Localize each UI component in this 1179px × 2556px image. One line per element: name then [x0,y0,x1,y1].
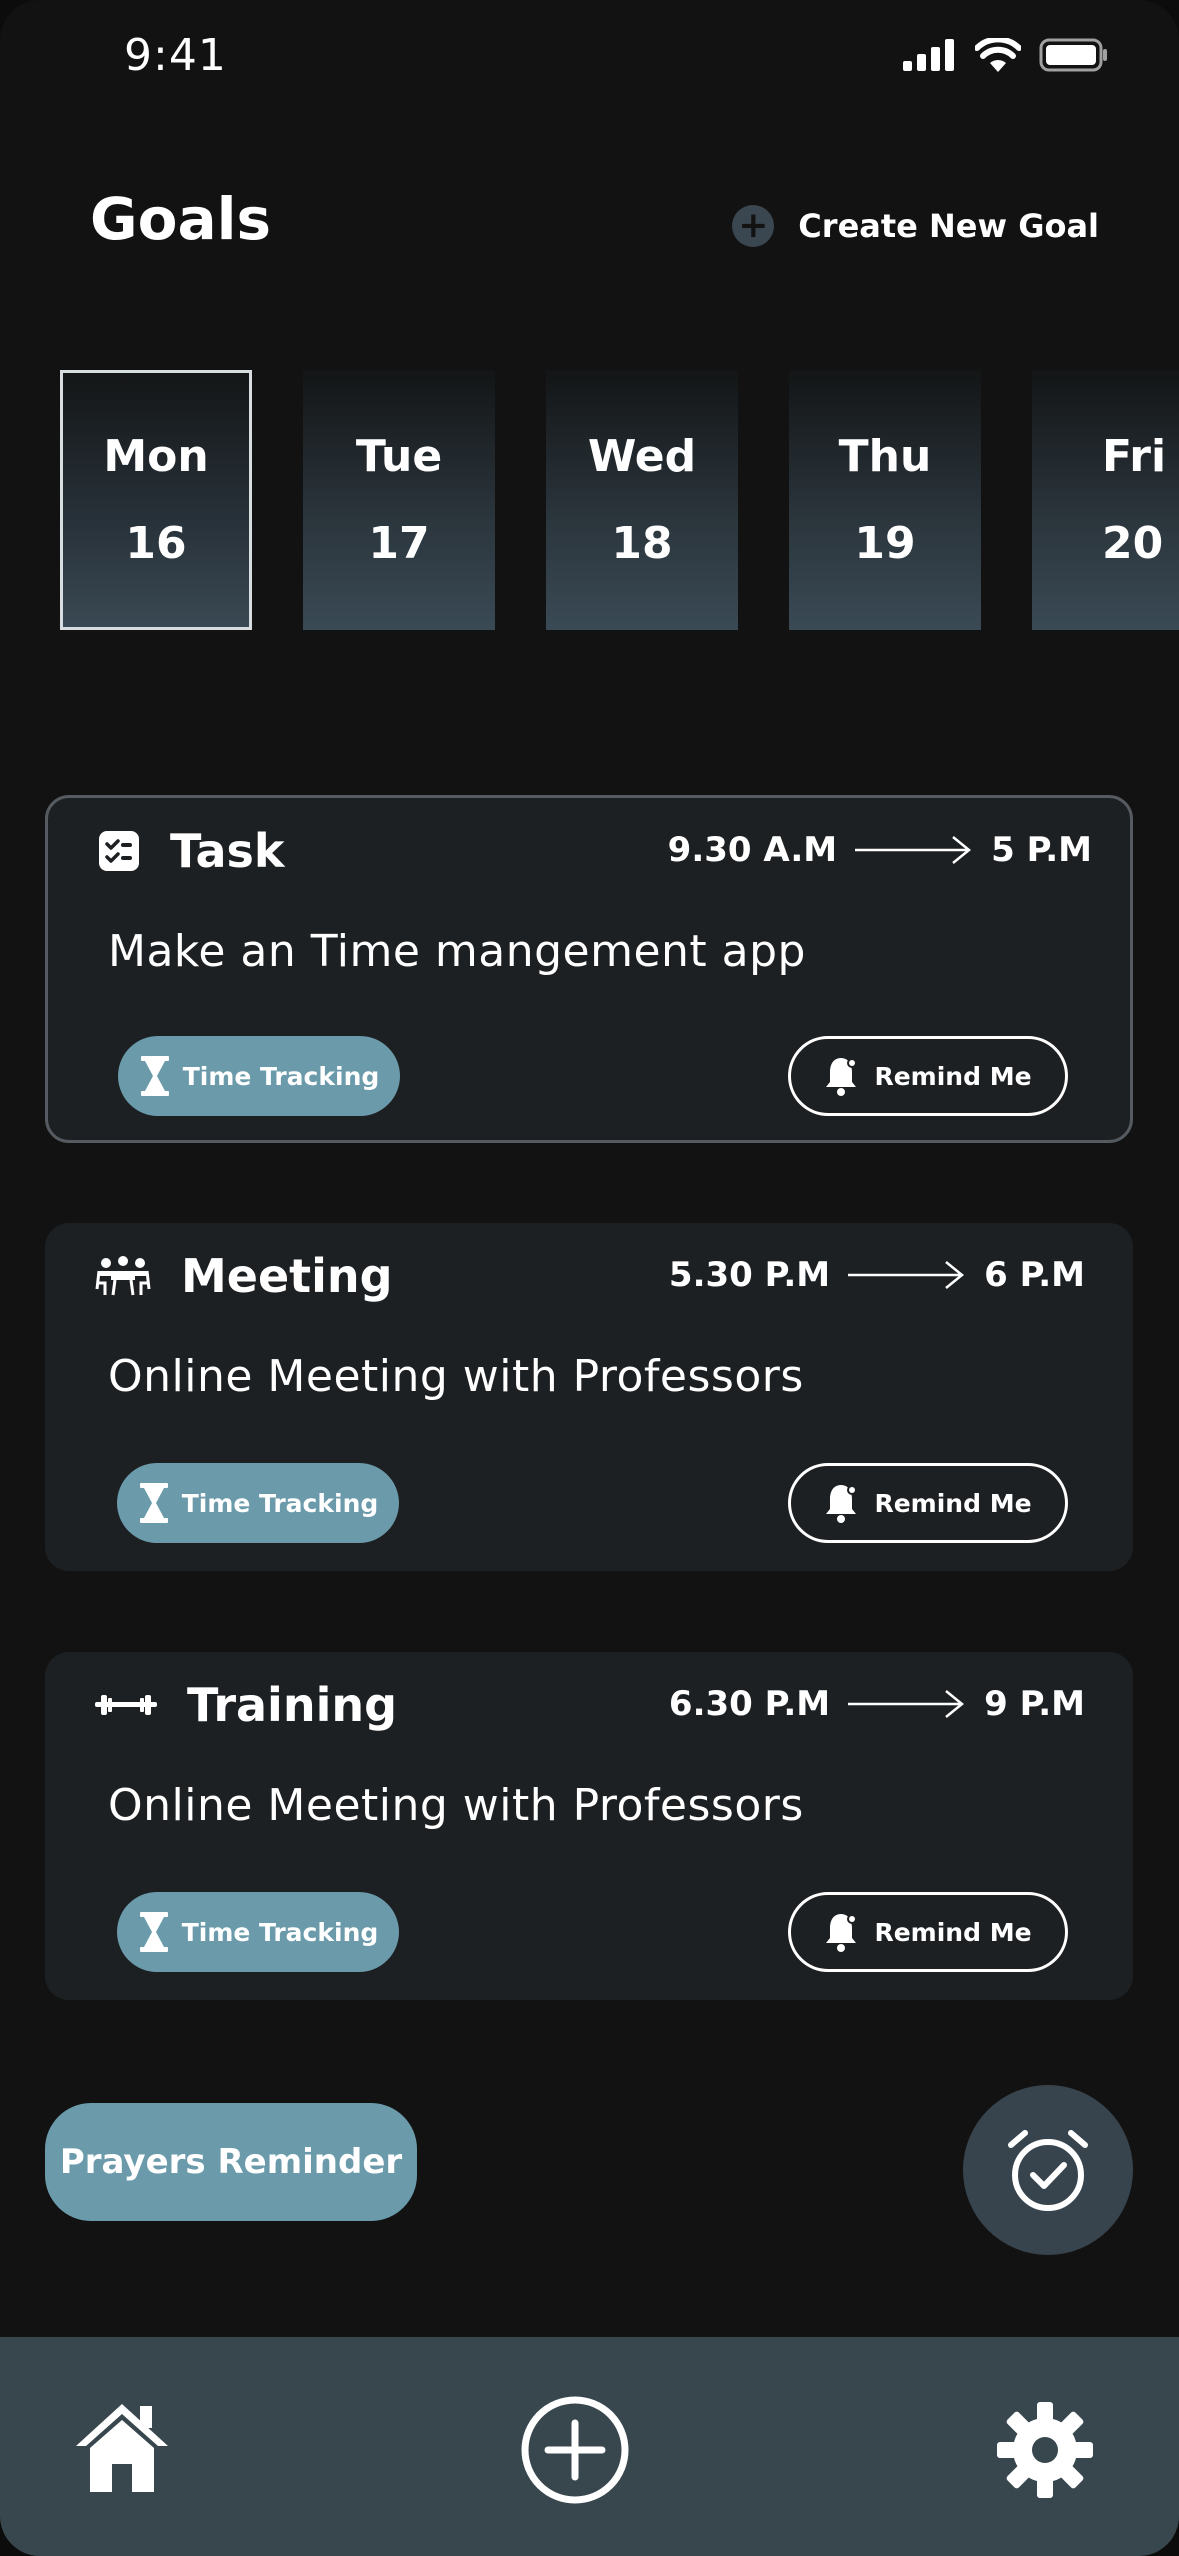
remind-me-button[interactable]: Remind Me [788,1892,1068,1972]
end-time: 9 P.M [984,1684,1085,1724]
day-wed[interactable]: Wed 18 [546,370,738,630]
day-fri[interactable]: Fri 20 [1032,370,1179,630]
signal-icon [903,39,954,71]
goal-card-meeting[interactable]: Meeting 5.30 P.M 6 P.M Online Meeting wi… [45,1223,1133,1571]
card-header: Meeting [95,1249,393,1303]
day-name: Fri [1102,431,1167,482]
end-time: 5 P.M [991,830,1092,870]
status-time: 9:41 [124,30,227,81]
page-title: Goals [90,185,271,253]
card-description: Online Meeting with Professors [108,1780,804,1831]
goals-screen: 9:41 Goals + Create New Goal Mon 16 Tue … [0,0,1179,2556]
alarm-check-icon [1008,2130,1088,2211]
day-thu[interactable]: Thu 19 [789,370,981,630]
day-name: Wed [587,431,697,482]
create-new-goal-button[interactable]: + Create New Goal [732,205,1099,247]
tab-home[interactable] [72,2400,172,2498]
create-new-goal-label: Create New Goal [798,207,1099,245]
remind-me-label: Remind Me [874,1061,1032,1091]
arrow-right-icon [855,836,972,864]
home-icon [76,2404,168,2492]
card-time-range: 5.30 P.M 6 P.M [669,1255,1085,1295]
remind-me-label: Remind Me [874,1917,1032,1947]
day-selector: Mon 16 Tue 17 Wed 18 Thu 19 Fri 20 [60,370,1179,630]
card-header: Task [98,824,284,878]
goal-card-task[interactable]: Task 9.30 A.M 5 P.M Make an Time mangeme… [45,795,1133,1143]
day-date: 19 [854,518,916,569]
dumbbell-icon [95,1695,157,1715]
day-mon[interactable]: Mon 16 [60,370,252,630]
start-time: 9.30 A.M [667,830,838,870]
tab-settings[interactable] [995,2400,1095,2504]
hourglass-icon [139,1483,168,1523]
bell-icon [826,1914,858,1952]
day-name: Tue [355,431,443,482]
day-date: 16 [125,518,187,569]
hourglass-icon [140,1056,169,1096]
time-tracking-button[interactable]: Time Tracking [117,1892,399,1972]
hourglass-icon [139,1912,168,1952]
day-date: 18 [611,518,673,569]
add-circle-icon [521,2396,629,2504]
time-tracking-button[interactable]: Time Tracking [117,1463,399,1543]
alarm-button[interactable] [963,2085,1133,2255]
battery-icon [1039,38,1107,72]
card-description: Make an Time mangement app [108,926,806,977]
card-time-range: 9.30 A.M 5 P.M [668,830,1092,870]
arrow-right-icon [848,1261,965,1289]
meeting-icon [95,1256,151,1296]
card-type-label: Task [170,824,285,878]
bell-icon [826,1058,858,1096]
checklist-icon [99,831,139,871]
day-date: 17 [368,518,430,569]
card-type-label: Training [187,1678,398,1732]
card-header: Training [95,1678,397,1732]
time-tracking-label: Time Tracking [181,1917,379,1947]
arrow-right-icon [848,1690,965,1718]
remind-me-button[interactable]: Remind Me [788,1036,1068,1116]
wifi-icon [975,38,1021,72]
time-tracking-label: Time Tracking [181,1488,379,1518]
day-name: Mon [103,431,209,482]
tab-add[interactable] [520,2395,630,2509]
time-tracking-button[interactable]: Time Tracking [118,1036,400,1116]
goal-card-training[interactable]: Training 6.30 P.M 9 P.M Online Meeting w… [45,1652,1133,2000]
remind-me-button[interactable]: Remind Me [788,1463,1068,1543]
day-tue[interactable]: Tue 17 [303,370,495,630]
time-tracking-label: Time Tracking [182,1061,380,1091]
remind-me-label: Remind Me [874,1488,1032,1518]
end-time: 6 P.M [984,1255,1085,1295]
card-type-label: Meeting [181,1249,393,1303]
gear-icon [997,2402,1093,2498]
start-time: 6.30 P.M [668,1684,831,1724]
day-date: 20 [1102,518,1164,569]
prayers-reminder-button[interactable]: Prayers Reminder [45,2103,417,2221]
plus-icon: + [732,205,775,247]
day-name: Thu [838,431,932,482]
card-time-range: 6.30 P.M 9 P.M [669,1684,1085,1724]
status-icons [903,38,1109,72]
bottom-tab-bar [0,2337,1179,2556]
bell-icon [826,1485,858,1523]
card-description: Online Meeting with Professors [108,1351,804,1402]
start-time: 5.30 P.M [668,1255,831,1295]
